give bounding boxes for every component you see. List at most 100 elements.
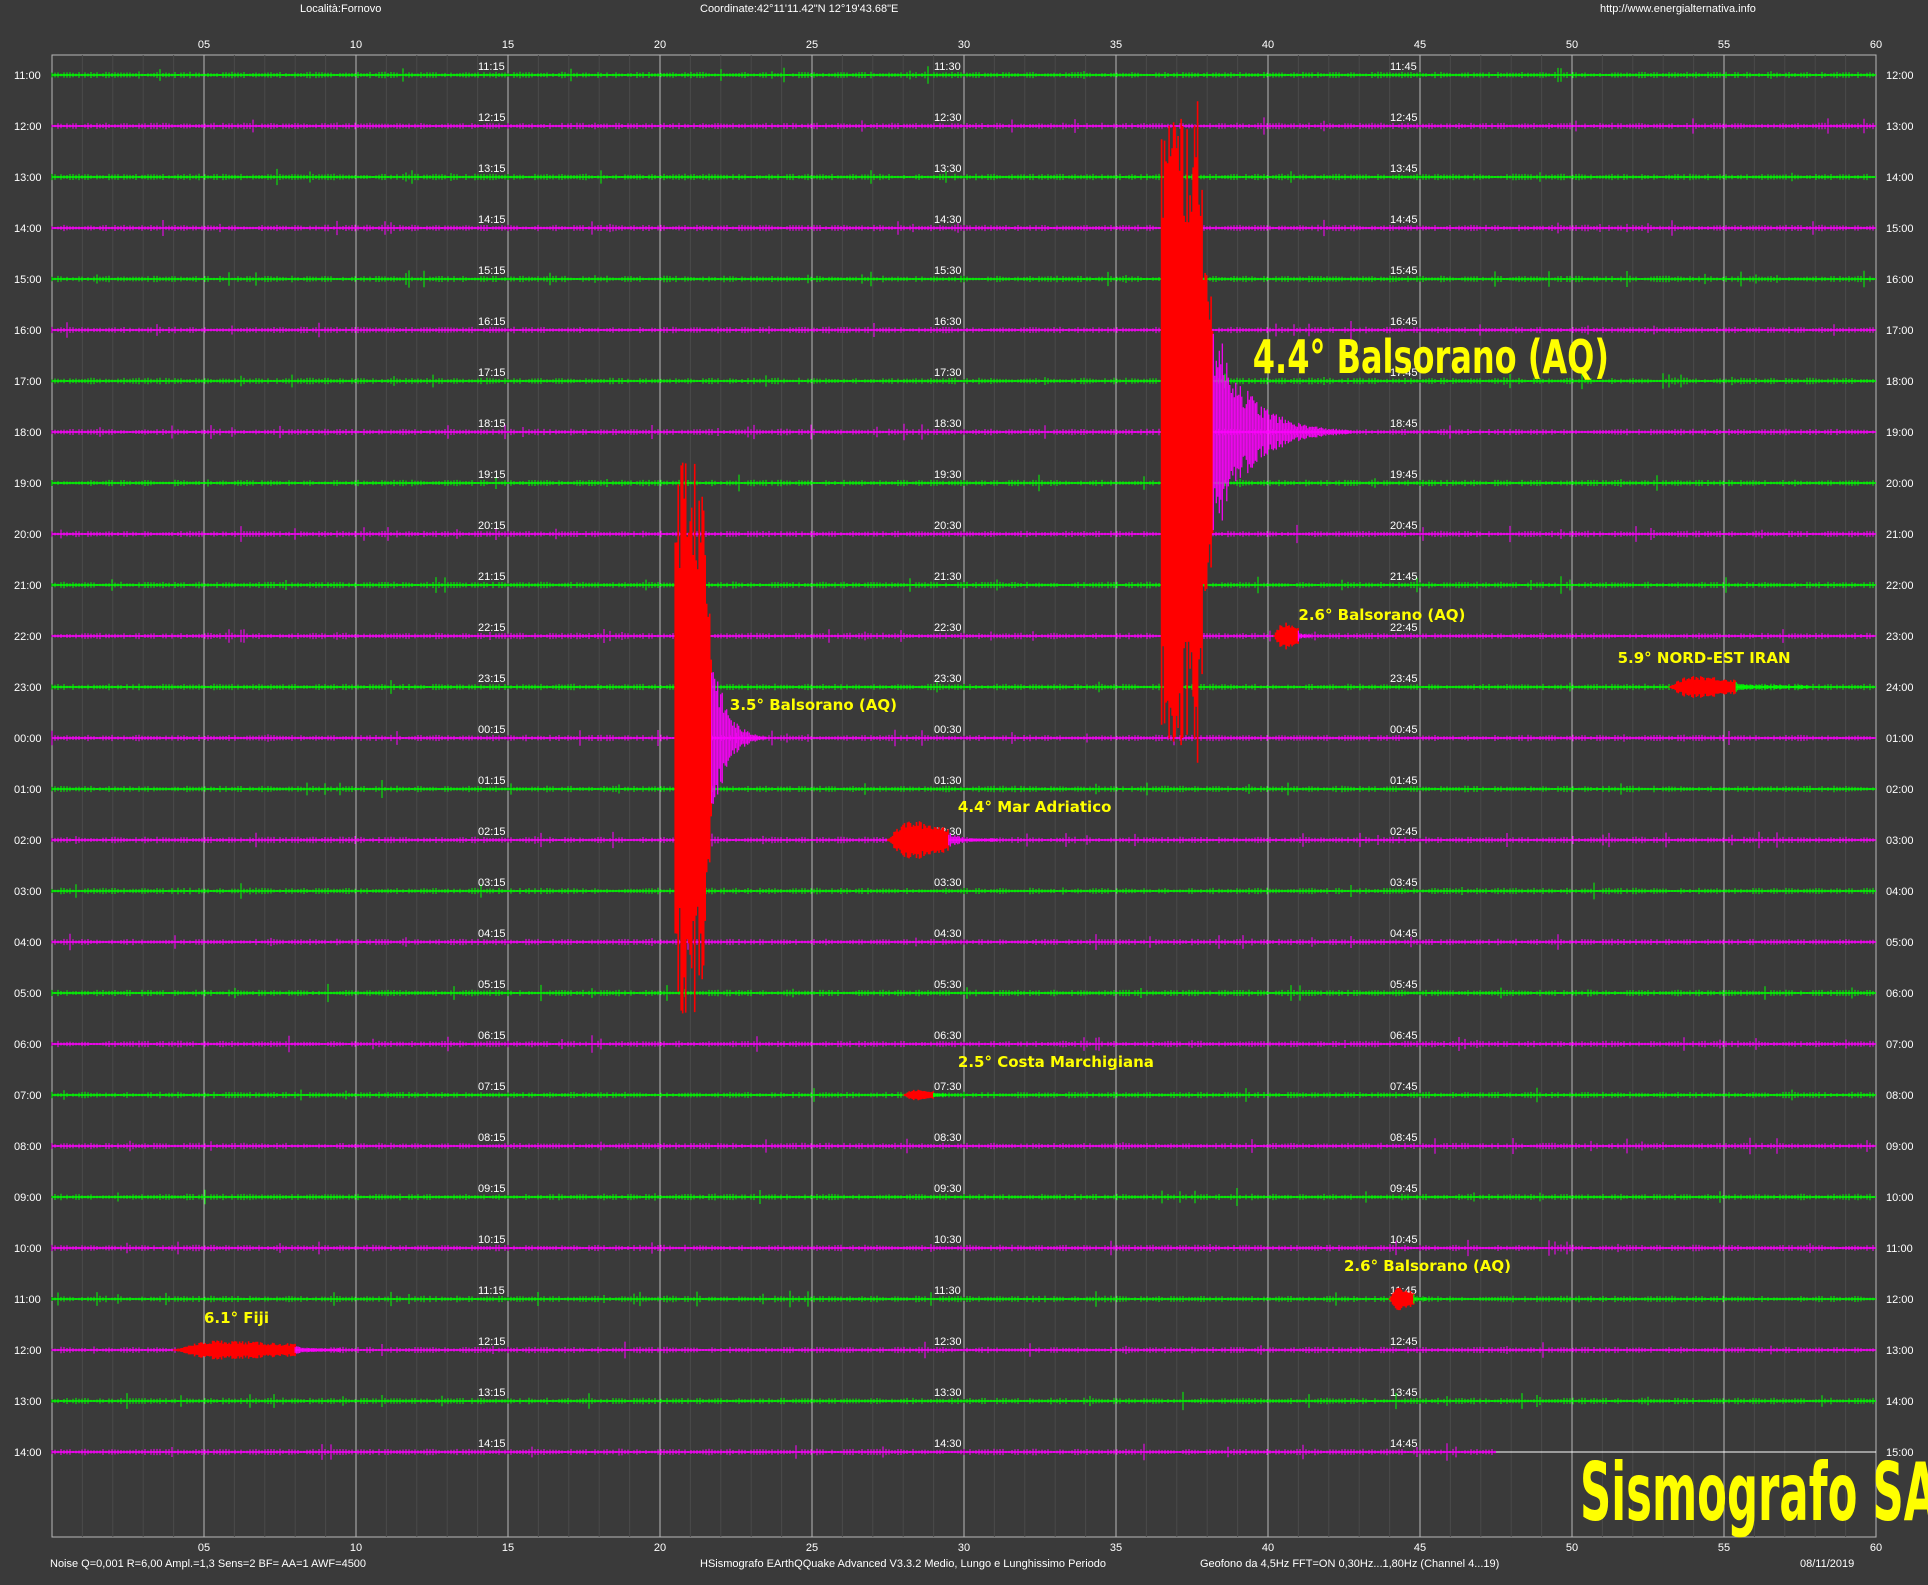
row-time-label-right: 13:00 (1886, 1345, 1914, 1357)
row-quarter-label: 02:45 (1390, 826, 1418, 838)
watermark-title: Sismografo SABINA (1580, 1447, 1928, 1540)
row-quarter-label: 14:15 (478, 1438, 506, 1450)
sensor-label: Geofono da 4,5Hz FFT=ON 0,30Hz...1,80Hz … (1200, 1558, 1500, 1570)
row-time-label-right: 10:00 (1886, 1192, 1914, 1204)
row-time-label-right: 20:00 (1886, 478, 1914, 490)
event-label: 2.6° Balsorano (AQ) (1298, 606, 1465, 624)
row-quarter-label: 06:30 (934, 1030, 962, 1042)
row-quarter-label: 21:45 (1390, 571, 1418, 583)
x-tick-label-top: 30 (958, 39, 970, 51)
row-time-label-left: 22:00 (14, 631, 42, 643)
seismogram-plot: 05 05 10 10 15 15 20 20 25 25 30 30 35 35 40 40 45 45 50 50… (14, 39, 1928, 1554)
event-label: 3.5° Balsorano (AQ) (730, 696, 897, 714)
event-coda (933, 1092, 947, 1098)
row-time-label-left: 19:00 (14, 478, 42, 490)
row-quarter-label: 16:45 (1390, 316, 1418, 328)
row-time-label-right: 01:00 (1886, 733, 1914, 745)
row-time-label-right: 21:00 (1886, 529, 1914, 541)
row-quarter-label: 18:15 (478, 418, 506, 430)
row-quarter-label: 00:45 (1390, 724, 1418, 736)
row-quarter-label: 03:45 (1390, 877, 1418, 889)
row-quarter-label: 12:15 (478, 112, 506, 124)
row-quarter-label: 22:30 (934, 622, 962, 634)
x-tick-label-top: 60 (1870, 39, 1882, 51)
x-tick-label-bottom: 20 (654, 1542, 666, 1554)
row-time-label-left: 13:00 (14, 172, 42, 184)
row-quarter-label: 11:30 (934, 1285, 961, 1297)
event-label: 4.4° Mar Adriatico (958, 798, 1111, 816)
row-time-label-right: 08:00 (1886, 1090, 1914, 1102)
event-waveform (172, 1340, 296, 1360)
row-quarter-label: 00:15 (478, 724, 506, 736)
row-time-label-left: 14:00 (14, 223, 42, 235)
row-quarter-label: 23:45 (1390, 673, 1418, 685)
row-quarter-label: 12:15 (478, 1336, 506, 1348)
row-quarter-label: 10:45 (1390, 1234, 1418, 1246)
row-quarter-label: 00:30 (934, 724, 962, 736)
row-quarter-label: 11:15 (478, 1285, 505, 1297)
row-quarter-label: 13:45 (1390, 1387, 1418, 1399)
row-quarter-label: 10:15 (478, 1234, 506, 1246)
row-quarter-label: 20:45 (1390, 520, 1418, 532)
row-quarter-label: 21:15 (478, 571, 506, 583)
row-quarter-label: 19:15 (478, 469, 506, 481)
row-time-label-right: 02:00 (1886, 784, 1914, 796)
row-quarter-label: 20:30 (934, 520, 962, 532)
row-quarter-label: 18:45 (1390, 418, 1418, 430)
row-time-label-left: 15:00 (14, 274, 42, 286)
row-quarter-label: 05:30 (934, 979, 962, 991)
row-quarter-label: 11:30 (934, 61, 961, 73)
row-time-label-right: 17:00 (1886, 325, 1914, 337)
row-quarter-label: 14:15 (478, 214, 506, 226)
row-time-label-left: 20:00 (14, 529, 42, 541)
x-tick-label-bottom: 40 (1262, 1542, 1274, 1554)
row-time-label-left: 06:00 (14, 1039, 42, 1051)
row-time-label-right: 24:00 (1886, 682, 1914, 694)
row-quarter-label: 11:15 (478, 61, 505, 73)
row-time-label-right: 03:00 (1886, 835, 1914, 847)
row-time-label-right: 06:00 (1886, 988, 1914, 1000)
row-quarter-label: 14:45 (1390, 214, 1418, 226)
x-tick-label-top: 45 (1414, 39, 1426, 51)
website-link[interactable]: http://www.energialternativa.info (1600, 3, 1756, 15)
row-quarter-label: 13:15 (478, 163, 506, 175)
row-time-label-left: 00:00 (14, 733, 42, 745)
event-label: 5.9° NORD-EST IRAN (1618, 649, 1791, 667)
row-quarter-label: 10:30 (934, 1234, 962, 1246)
row-time-label-right: 09:00 (1886, 1141, 1914, 1153)
x-tick-label-top: 35 (1110, 39, 1122, 51)
row-quarter-label: 08:15 (478, 1132, 506, 1144)
row-time-label-right: 11:00 (1886, 1243, 1913, 1255)
row-quarter-label: 20:15 (478, 520, 506, 532)
x-tick-label-bottom: 45 (1414, 1542, 1426, 1554)
row-quarter-label: 09:45 (1390, 1183, 1418, 1195)
row-time-label-right: 12:00 (1886, 1294, 1914, 1306)
row-quarter-label: 08:45 (1390, 1132, 1418, 1144)
row-quarter-label: 03:30 (934, 877, 962, 889)
row-time-label-left: 17:00 (14, 376, 42, 388)
x-tick-label-top: 20 (654, 39, 666, 51)
x-tick-label-bottom: 55 (1718, 1542, 1730, 1554)
event-waveform (1668, 676, 1737, 698)
row-quarter-label: 01:45 (1390, 775, 1418, 787)
event-label: 2.5° Costa Marchigiana (958, 1053, 1154, 1071)
row-quarter-label: 13:15 (478, 1387, 506, 1399)
row-quarter-label: 12:30 (934, 1336, 962, 1348)
row-time-label-right: 18:00 (1886, 376, 1914, 388)
event-label: 4.4° Balsorano (AQ) (1253, 331, 1609, 384)
event-coda (711, 672, 767, 804)
row-quarter-label: 14:30 (934, 1438, 962, 1450)
x-tick-label-top: 25 (806, 39, 818, 51)
row-quarter-label: 22:15 (478, 622, 506, 634)
x-tick-label-bottom: 50 (1566, 1542, 1578, 1554)
row-time-label-left: 04:00 (14, 937, 42, 949)
row-quarter-label: 02:15 (478, 826, 506, 838)
row-time-label-left: 12:00 (14, 121, 42, 133)
event-waveform (902, 1089, 934, 1101)
row-quarter-label: 03:15 (478, 877, 506, 889)
row-time-label-left: 13:00 (14, 1396, 42, 1408)
row-quarter-label: 13:30 (934, 163, 962, 175)
row-time-label-right: 13:00 (1886, 121, 1914, 133)
row-quarter-label: 04:15 (478, 928, 506, 940)
row-time-label-left: 16:00 (14, 325, 42, 337)
